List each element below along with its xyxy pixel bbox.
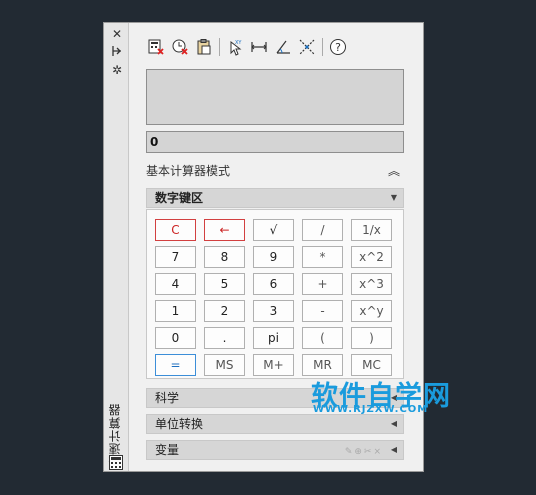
key-7[interactable]: 7 <box>155 246 196 268</box>
intersection-icon[interactable] <box>297 37 317 57</box>
key-plus[interactable]: + <box>302 273 343 295</box>
key-cube[interactable]: x^3 <box>351 273 392 295</box>
variables-section-header[interactable]: 变量 ✎⊕✂⨯ ◀ <box>146 440 404 460</box>
key-memory-store[interactable]: MS <box>204 354 245 376</box>
variable-tools-icon: ✎⊕✂⨯ <box>344 447 383 457</box>
key-memory-clear[interactable]: MC <box>351 354 392 376</box>
history-display <box>146 69 404 125</box>
get-coordinates-icon[interactable]: XY <box>225 37 245 57</box>
key-sqrt[interactable]: √ <box>253 219 294 241</box>
paste-icon[interactable] <box>194 37 214 57</box>
toolbar-separator <box>322 38 323 56</box>
properties-icon[interactable]: ✲ <box>110 63 124 77</box>
svg-text:XY: XY <box>235 40 242 46</box>
key-clear[interactable]: C <box>155 219 196 241</box>
key-3[interactable]: 3 <box>253 300 294 322</box>
watermark-url: WWW.RJZXW.COM <box>313 404 429 415</box>
palette-sidebar: ✕ ✲ 快速计算器 <box>104 23 129 471</box>
numpad: C ← √ / 1/x 7 8 9 * x^2 4 5 6 + x^3 1 2 … <box>146 209 404 379</box>
key-minus[interactable]: - <box>302 300 343 322</box>
key-5[interactable]: 5 <box>204 273 245 295</box>
help-icon[interactable]: ? <box>328 37 348 57</box>
toolbar-separator <box>219 38 220 56</box>
distance-between-points-icon[interactable] <box>249 37 269 57</box>
key-multiply[interactable]: * <box>302 246 343 268</box>
key-decimal[interactable]: . <box>204 327 245 349</box>
key-memory-recall[interactable]: MR <box>302 354 343 376</box>
variables-section-title: 变量 <box>155 443 180 457</box>
key-backspace[interactable]: ← <box>204 219 245 241</box>
clear-history-icon[interactable] <box>170 37 190 57</box>
key-power[interactable]: x^y <box>351 300 392 322</box>
key-open-paren[interactable]: ( <box>302 327 343 349</box>
chevron-left-icon: ◀ <box>390 445 397 454</box>
key-2[interactable]: 2 <box>204 300 245 322</box>
numpad-section-title: 数字键区 <box>155 191 204 205</box>
key-8[interactable]: 8 <box>204 246 245 268</box>
key-1[interactable]: 1 <box>155 300 196 322</box>
calculator-icon <box>109 455 123 470</box>
toolbar: XY ? <box>146 36 352 58</box>
key-divide[interactable]: / <box>302 219 343 241</box>
auto-hide-icon[interactable] <box>110 45 124 59</box>
chevron-down-icon: ▼ <box>390 193 397 202</box>
key-memory-add[interactable]: M+ <box>253 354 294 376</box>
angle-of-line-icon[interactable] <box>273 37 293 57</box>
collapse-icon[interactable]: ︽ <box>388 161 400 181</box>
units-section-title: 单位转换 <box>155 417 204 431</box>
clear-calculator-icon[interactable] <box>146 37 166 57</box>
key-9[interactable]: 9 <box>253 246 294 268</box>
close-icon[interactable]: ✕ <box>110 27 124 41</box>
key-close-paren[interactable]: ) <box>351 327 392 349</box>
numpad-section-header[interactable]: 数字键区 ▼ <box>146 188 404 208</box>
scientific-section-title: 科学 <box>155 391 180 405</box>
units-section-header[interactable]: 单位转换 ◀ <box>146 414 404 434</box>
chevron-left-icon: ◀ <box>390 419 397 428</box>
mode-row: 基本计算器模式 ︽ <box>146 161 404 181</box>
key-equals[interactable]: = <box>155 354 196 376</box>
key-square[interactable]: x^2 <box>351 246 392 268</box>
key-pi[interactable]: pi <box>253 327 294 349</box>
key-0[interactable]: 0 <box>155 327 196 349</box>
key-reciprocal[interactable]: 1/x <box>351 219 392 241</box>
input-field[interactable]: 0 <box>146 131 404 153</box>
svg-text:?: ? <box>335 41 341 54</box>
key-4[interactable]: 4 <box>155 273 196 295</box>
key-6[interactable]: 6 <box>253 273 294 295</box>
mode-label: 基本计算器模式 <box>146 164 231 178</box>
